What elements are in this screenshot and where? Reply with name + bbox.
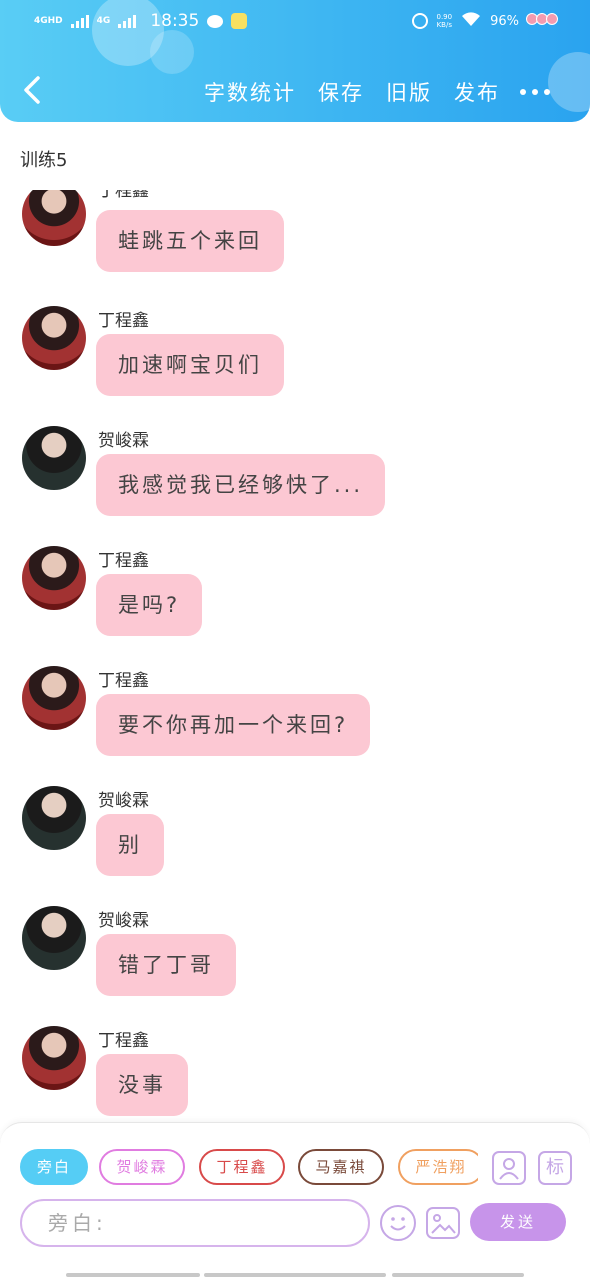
- avatar[interactable]: [22, 426, 86, 490]
- emoji-icon[interactable]: [380, 1205, 416, 1241]
- word-count-button[interactable]: 字数统计: [204, 77, 296, 107]
- send-button[interactable]: 发送: [470, 1203, 566, 1241]
- nav-indicator: [66, 1273, 200, 1277]
- speed-unit: KB/s: [436, 21, 452, 29]
- message-bubble[interactable]: 错了丁哥: [96, 934, 236, 996]
- more-icon[interactable]: [520, 89, 550, 95]
- message-item[interactable]: 丁程鑫 是吗?: [0, 546, 590, 656]
- clock: 18:35: [150, 11, 200, 31]
- message-bubble[interactable]: 我感觉我已经够快了...: [96, 454, 386, 516]
- battery-level: 96%: [490, 13, 519, 29]
- network-speed: 0.90 KB/s: [437, 13, 453, 29]
- avatar[interactable]: [22, 666, 86, 730]
- tag-button[interactable]: 标: [538, 1151, 572, 1185]
- message-input[interactable]: 旁白:: [20, 1199, 370, 1247]
- wifi-icon: [461, 11, 481, 31]
- sender-name: 贺峻霖: [98, 911, 149, 931]
- message-bubble[interactable]: 别: [96, 814, 164, 876]
- image-icon[interactable]: [426, 1207, 460, 1239]
- message-item[interactable]: 丁程鑫 没事: [0, 1026, 590, 1122]
- role-chip-narrator[interactable]: 旁白: [20, 1149, 88, 1185]
- message-item[interactable]: 丁程鑫 要不你再加一个来回?: [0, 666, 590, 776]
- message-bubble[interactable]: 是吗?: [96, 574, 203, 636]
- nav-indicator: [204, 1273, 386, 1277]
- network-label: 4GHD: [34, 16, 63, 26]
- message-list[interactable]: 丁程鑫 蛙跳五个来回 丁程鑫 加速啊宝贝们 贺峻霖 我感觉我已经够快了... 丁…: [0, 190, 590, 1122]
- wechat-icon: [207, 14, 224, 28]
- sender-name: 丁程鑫: [98, 190, 149, 201]
- role-chip-yan-haoxiang[interactable]: 严浩翔: [398, 1149, 478, 1185]
- status-bar: 4GHD 4G 18:35 0.90 KB/s 96%: [0, 0, 590, 44]
- sender-name: 丁程鑫: [98, 311, 149, 331]
- avatar[interactable]: [22, 190, 86, 246]
- scene-title: 训练5: [20, 150, 68, 171]
- sender-name: 丁程鑫: [98, 1031, 149, 1051]
- avatar[interactable]: [22, 306, 86, 370]
- avatar[interactable]: [22, 786, 86, 850]
- person-icon[interactable]: [492, 1151, 526, 1185]
- app-notification-icon: [231, 13, 248, 29]
- signal-icon: [70, 14, 89, 28]
- sender-name: 丁程鑫: [98, 671, 149, 691]
- avatar[interactable]: [22, 1026, 86, 1090]
- composer-panel: 旁白 贺峻霖 丁程鑫 马嘉祺 严浩翔 标 旁白: 发送: [0, 1122, 590, 1280]
- role-selector: 旁白 贺峻霖 丁程鑫 马嘉祺 严浩翔: [20, 1149, 478, 1187]
- decor-bubble: [548, 52, 590, 112]
- publish-button[interactable]: 发布: [454, 77, 500, 107]
- network-label-2: 4G: [96, 16, 111, 26]
- message-item[interactable]: 贺峻霖 我感觉我已经够快了...: [0, 426, 590, 536]
- message-item[interactable]: 贺峻霖 错了丁哥: [0, 906, 590, 1016]
- role-chip-ding-chengxin[interactable]: 丁程鑫: [199, 1149, 285, 1185]
- message-item[interactable]: 丁程鑫 加速啊宝贝们: [0, 306, 590, 416]
- sender-name: 贺峻霖: [98, 791, 149, 811]
- save-button[interactable]: 保存: [318, 77, 364, 107]
- signal-icon: [118, 14, 137, 28]
- avatar[interactable]: [22, 906, 86, 970]
- alarm-icon: [411, 13, 428, 29]
- sender-name: 贺峻霖: [98, 431, 149, 451]
- old-version-button[interactable]: 旧版: [386, 77, 432, 107]
- speed-value: 0.90: [436, 13, 453, 21]
- message-bubble[interactable]: 要不你再加一个来回?: [96, 694, 371, 756]
- chevron-left-icon: [24, 76, 40, 104]
- back-button[interactable]: [20, 72, 44, 108]
- message-item[interactable]: 贺峻霖 别: [0, 786, 590, 896]
- role-chip-he-junlin[interactable]: 贺峻霖: [99, 1149, 185, 1185]
- message-item[interactable]: 丁程鑫 蛙跳五个来回: [0, 190, 590, 292]
- header-actions: 字数统计 保存 旧版 发布: [204, 77, 500, 107]
- role-chip-ma-jiaqi[interactable]: 马嘉祺: [298, 1149, 384, 1185]
- nav-indicator: [392, 1273, 524, 1277]
- battery-icon: [526, 13, 558, 29]
- sender-name: 丁程鑫: [98, 551, 149, 571]
- top-header: 4GHD 4G 18:35 0.90 KB/s 96% 字数统计 保存 旧版 发…: [0, 0, 590, 122]
- message-bubble[interactable]: 加速啊宝贝们: [96, 334, 284, 396]
- avatar[interactable]: [22, 546, 86, 610]
- message-bubble[interactable]: 蛙跳五个来回: [96, 210, 284, 272]
- message-bubble[interactable]: 没事: [96, 1054, 188, 1116]
